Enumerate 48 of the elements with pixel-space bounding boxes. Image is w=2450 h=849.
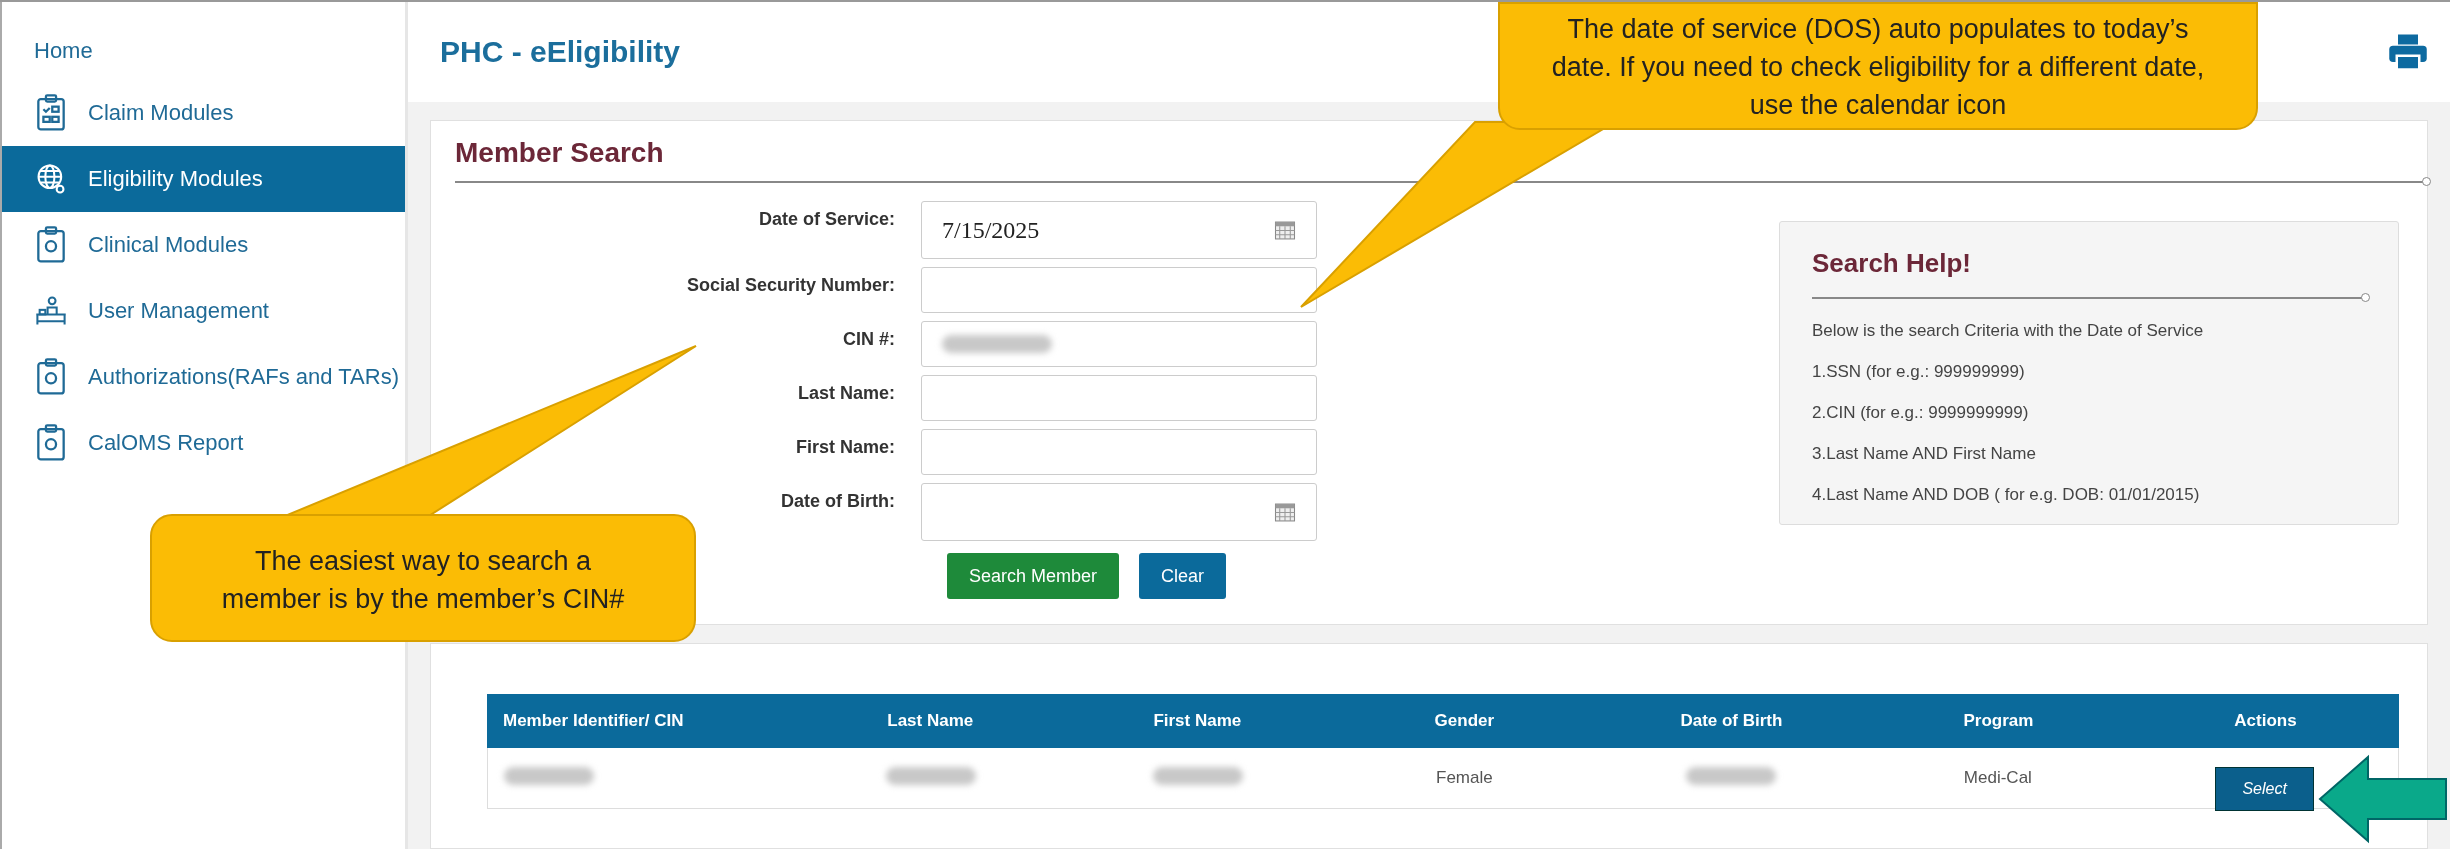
clipboard-icon bbox=[34, 226, 68, 264]
table-cell: Medi-Cal bbox=[1963, 768, 2032, 787]
sidebar-item[interactable]: Eligibility Modules bbox=[2, 146, 405, 212]
search-button[interactable]: Search Member bbox=[947, 553, 1120, 599]
help-title: Search Help! bbox=[1812, 248, 1972, 279]
page-title: PHC - eEligibility bbox=[440, 35, 681, 69]
column-header: Program bbox=[1962, 711, 2035, 731]
column-header: Member Identifier/ CIN bbox=[502, 711, 685, 731]
input-field[interactable] bbox=[921, 267, 1317, 313]
input-field[interactable] bbox=[921, 483, 1317, 541]
callout-box: The easiest way to search a member is by the member’s CIN# bbox=[150, 514, 696, 642]
field-label: Social Security Number: bbox=[685, 274, 895, 297]
field-label: Last Name: bbox=[796, 382, 895, 405]
column-header: Actions bbox=[2233, 711, 2298, 731]
input-field[interactable] bbox=[921, 375, 1317, 421]
input-field[interactable]: 7/15/2025 bbox=[921, 201, 1317, 259]
help-text: 4.Last Name AND DOB ( for e.g. DOB: 01/01/2015) bbox=[1812, 485, 2201, 505]
select-button[interactable]: Select bbox=[2215, 767, 2314, 811]
help-text: Below is the search Criteria with the Date of Service bbox=[1812, 321, 2205, 341]
clipboard-icon bbox=[34, 424, 68, 462]
section-title: Member Search bbox=[455, 137, 665, 169]
input-field[interactable] bbox=[921, 321, 1317, 367]
field-label: Date of Birth: bbox=[780, 490, 895, 513]
column-header: First Name bbox=[1152, 711, 1243, 731]
calendar-icon[interactable] bbox=[1274, 221, 1296, 240]
column-header: Date of Birth bbox=[1679, 711, 1784, 731]
sidebar-item[interactable]: Clinical Modules bbox=[2, 212, 405, 278]
sidebar-item[interactable]: Home bbox=[2, 28, 405, 74]
printer-icon[interactable] bbox=[2388, 33, 2428, 71]
column-header: Gender bbox=[1433, 711, 1496, 731]
field-label: First Name: bbox=[794, 436, 895, 459]
sidebar-item[interactable]: CalOMS Report bbox=[2, 410, 405, 476]
pointer-arrow-icon bbox=[2318, 754, 2448, 844]
table-cell: Female bbox=[1436, 768, 1493, 787]
field-label: Date of Service: bbox=[757, 208, 895, 231]
callout-box: The date of service (DOS) auto populates to today’s date. If you need to check eligibility for a different date, use the calendar icon bbox=[1498, 2, 2258, 130]
checklist-clipboard-icon bbox=[34, 94, 68, 132]
calendar-icon[interactable] bbox=[1274, 503, 1296, 522]
help-text: 1.SSN (for e.g.: 999999999) bbox=[1812, 362, 2026, 382]
sidebar-item[interactable]: Claim Modules bbox=[2, 80, 405, 146]
help-text: 3.Last Name AND First Name bbox=[1812, 444, 2037, 464]
clear-button[interactable]: Clear bbox=[1139, 553, 1227, 599]
help-text: 2.CIN (for e.g.: 9999999999) bbox=[1812, 403, 2030, 423]
clipboard-icon bbox=[34, 358, 68, 396]
field-label: CIN #: bbox=[842, 328, 895, 351]
input-field[interactable] bbox=[921, 429, 1317, 475]
sidebar-item[interactable]: User Management bbox=[2, 278, 405, 344]
column-header: Last Name bbox=[886, 711, 975, 731]
